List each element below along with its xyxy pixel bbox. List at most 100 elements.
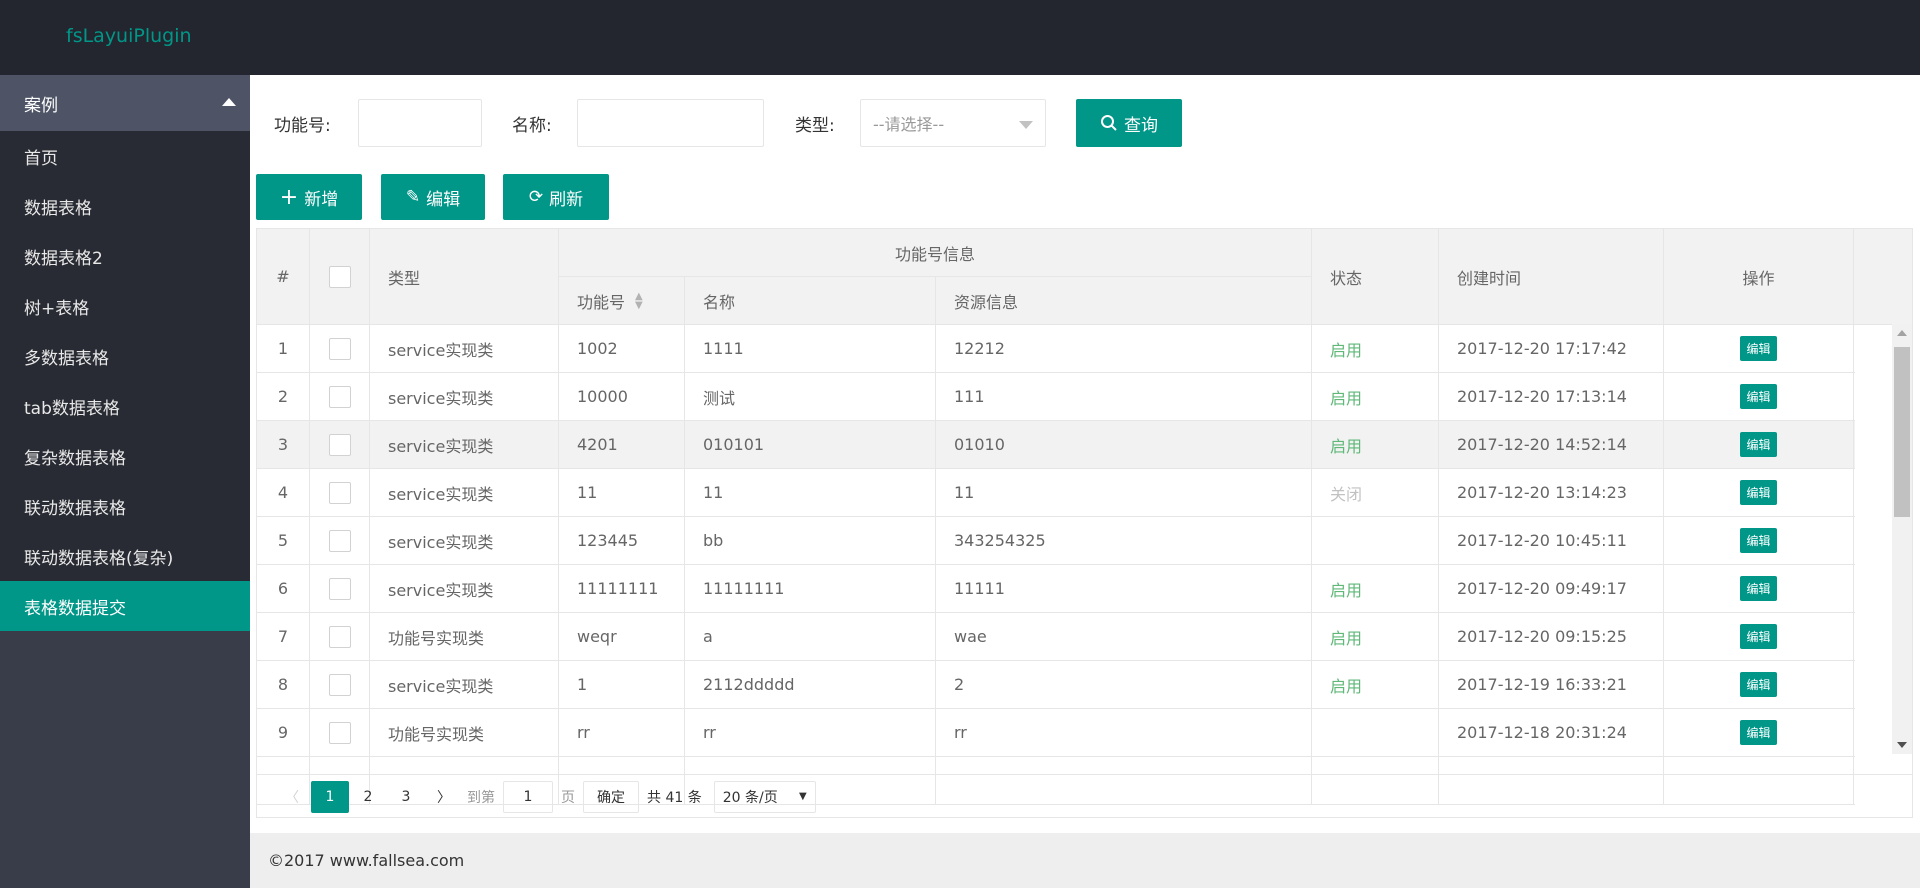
total-count: 共 41 条: [647, 789, 702, 806]
row-type: service实现类: [370, 469, 559, 516]
goto-label: 到第: [467, 789, 495, 806]
top-header: fsLayuiPlugin: [0, 0, 1920, 75]
refresh-button[interactable]: ⟳ 刷新: [503, 174, 609, 220]
sort-icon[interactable]: ▲ ▼: [635, 291, 643, 310]
table-row[interactable]: 3 service实现类 4201 010101 01010 启用 2017-12-20 1…: [257, 421, 1855, 469]
row-checkbox[interactable]: [328, 529, 351, 552]
row-name: 1111: [685, 325, 936, 372]
row-created: 2017-12-20 09:49:17: [1439, 565, 1664, 612]
sidebar-item[interactable]: 多数据表格: [0, 331, 250, 381]
row-status: [1312, 709, 1439, 756]
page-3[interactable]: 3: [387, 781, 425, 813]
row-name: 11: [685, 469, 936, 516]
row-edit-button[interactable]: 编辑: [1740, 672, 1777, 697]
row-action: 编辑: [1664, 469, 1854, 516]
query-label: 查询: [1124, 115, 1158, 136]
row-status: 启用: [1312, 661, 1439, 708]
scroll-up-icon[interactable]: [1897, 330, 1907, 336]
table-row[interactable]: 7 功能号实现类 weqr a wae 启用 2017-12-20 09:15:25 编辑: [257, 613, 1855, 661]
row-action: 编辑: [1664, 373, 1854, 420]
row-code: 10000: [559, 373, 685, 420]
name-input[interactable]: [577, 99, 764, 147]
prev-page-icon[interactable]: 〈: [273, 781, 311, 813]
type-select[interactable]: --请选择--: [860, 99, 1046, 147]
row-checkbox[interactable]: [328, 577, 351, 600]
table-row[interactable]: 2 service实现类 10000 测试 111 启用 2017-12-20 17:13:…: [257, 373, 1855, 421]
refresh-label: 刷新: [549, 189, 584, 210]
sidebar-group-cases[interactable]: 案例: [0, 75, 250, 131]
row-edit-button[interactable]: 编辑: [1740, 432, 1777, 457]
query-button[interactable]: 查询: [1076, 99, 1182, 147]
row-created: 2017-12-20 09:15:25: [1439, 613, 1664, 660]
header-created: 创建时间: [1439, 229, 1664, 325]
name-label: 名称:: [512, 116, 552, 136]
row-checkbox[interactable]: [328, 433, 351, 456]
sidebar-item[interactable]: 联动数据表格: [0, 481, 250, 531]
row-created: 2017-12-20 10:45:11: [1439, 517, 1664, 564]
page-unit-label: 页: [561, 789, 575, 806]
table-scrollbar[interactable]: [1892, 324, 1912, 754]
next-page-icon[interactable]: 〉: [425, 781, 463, 813]
scroll-down-icon[interactable]: [1897, 742, 1907, 748]
row-edit-button[interactable]: 编辑: [1740, 624, 1777, 649]
edit-button[interactable]: ✎ 编辑: [381, 174, 485, 220]
row-edit-button[interactable]: 编辑: [1740, 384, 1777, 409]
row-index: 6: [257, 565, 310, 612]
footer: ©2017 www.fallsea.com: [250, 833, 1920, 888]
goto-page-input[interactable]: 1: [503, 780, 553, 813]
row-resource: 11111: [936, 565, 1312, 612]
add-button[interactable]: + 新增: [256, 174, 362, 220]
row-edit-button[interactable]: 编辑: [1740, 528, 1777, 553]
row-resource: 2: [936, 661, 1312, 708]
row-edit-button[interactable]: 编辑: [1740, 336, 1777, 361]
row-type: 功能号实现类: [370, 709, 559, 756]
sidebar-item[interactable]: tab数据表格: [0, 381, 250, 431]
code-input[interactable]: [358, 99, 482, 147]
row-checkbox[interactable]: [328, 337, 351, 360]
page-2[interactable]: 2: [349, 781, 387, 813]
dropdown-arrow-icon: ▼: [799, 791, 807, 802]
add-label: 新增: [304, 189, 339, 210]
row-edit-button[interactable]: 编辑: [1740, 720, 1777, 745]
table-row[interactable]: 8 service实现类 1 2112ddddd 2 启用 2017-12-19 16:33…: [257, 661, 1855, 709]
sidebar-item[interactable]: 数据表格2: [0, 231, 250, 281]
refresh-icon: ⟳: [528, 187, 544, 207]
row-checkbox[interactable]: [328, 673, 351, 696]
app-logo[interactable]: fsLayuiPlugin: [66, 25, 192, 47]
sidebar-item[interactable]: 表格数据提交: [0, 581, 250, 631]
header-group-info: 功能号信息: [559, 229, 1312, 277]
table-row[interactable]: 9 功能号实现类 rr rr rr 2017-12-18 20:31:24 编辑: [257, 709, 1855, 757]
confirm-button[interactable]: 确定: [583, 780, 639, 813]
row-created: 2017-12-20 17:13:14: [1439, 373, 1664, 420]
row-index: 2: [257, 373, 310, 420]
scroll-thumb[interactable]: [1894, 347, 1910, 517]
pencil-icon: ✎: [405, 187, 421, 207]
row-type: service实现类: [370, 373, 559, 420]
sidebar-item[interactable]: 树+表格: [0, 281, 250, 331]
sidebar-item[interactable]: 首页: [0, 131, 250, 181]
row-index: 9: [257, 709, 310, 756]
row-checkbox[interactable]: [328, 481, 351, 504]
row-edit-button[interactable]: 编辑: [1740, 480, 1777, 505]
row-name: 测试: [685, 373, 936, 420]
table-row[interactable]: 4 service实现类 11 11 11 关闭 2017-12-20 13:14:23 编辑: [257, 469, 1855, 517]
row-checkbox[interactable]: [328, 721, 351, 744]
row-checkbox-cell: [310, 709, 370, 756]
row-action: 编辑: [1664, 661, 1854, 708]
sidebar-item[interactable]: 数据表格: [0, 181, 250, 231]
page-size-select[interactable]: 20 条/页 ▼: [713, 780, 816, 813]
page-1[interactable]: 1: [311, 780, 349, 813]
table-row[interactable]: 1 service实现类 1002 1111 12212 启用 2017-12-20 17:…: [257, 325, 1855, 373]
table-row[interactable]: 6 service实现类 11111111 11111111 11111 启用 2017-1…: [257, 565, 1855, 613]
row-code: 123445: [559, 517, 685, 564]
header-code[interactable]: 功能号 ▲ ▼: [559, 277, 685, 325]
select-all-checkbox[interactable]: [328, 265, 351, 288]
sidebar-item[interactable]: 联动数据表格(复杂): [0, 531, 250, 581]
table-row[interactable]: 5 service实现类 123445 bb 343254325 2017-12-20 1…: [257, 517, 1855, 565]
row-checkbox[interactable]: [328, 625, 351, 648]
row-checkbox[interactable]: [328, 385, 351, 408]
row-type: service实现类: [370, 517, 559, 564]
row-resource: 12212: [936, 325, 1312, 372]
row-edit-button[interactable]: 编辑: [1740, 576, 1777, 601]
sidebar-item[interactable]: 复杂数据表格: [0, 431, 250, 481]
